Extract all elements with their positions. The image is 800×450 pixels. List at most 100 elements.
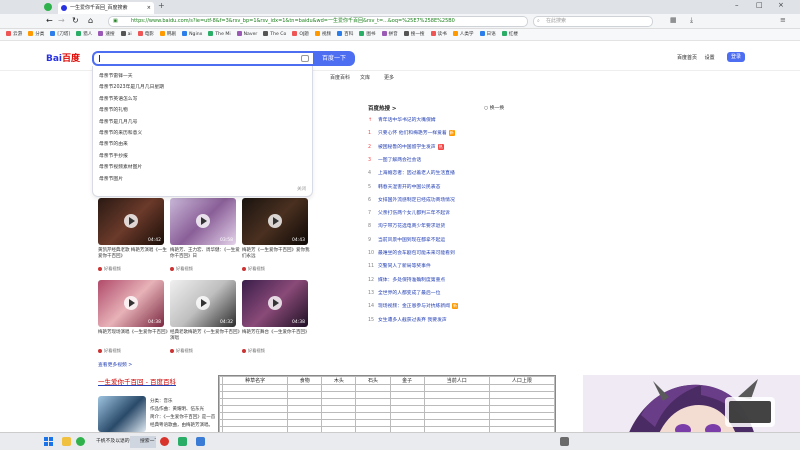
bookmark-item[interactable]: 电影 <box>137 29 154 40</box>
hot-search-item[interactable]: 4 上海婚恋者：因过着老人的生活直播 <box>368 169 455 176</box>
new-tab-icon[interactable]: + <box>158 1 165 10</box>
bookmark-item[interactable]: 搜一搜 <box>403 29 425 40</box>
more-videos-link[interactable]: 查看更多视频 > <box>98 361 132 368</box>
tab-close-icon[interactable]: × <box>147 2 151 14</box>
video-caption[interactable]: 经典老歌梅艳芳《一生爱你千百回》演唱 <box>170 330 240 342</box>
suggestion-item[interactable]: 母亲节英语怎么写 <box>99 95 137 102</box>
taskbar-window-2[interactable]: 搜索一下 <box>130 436 156 448</box>
windows-start-icon[interactable] <box>44 437 53 446</box>
maximize-icon[interactable]: □ <box>756 1 763 9</box>
video-caption[interactable]: 黄凯芹经典老歌 梅艳芳演唱《一生爱你千百回》 <box>98 248 168 260</box>
baike-thumbnail[interactable] <box>98 396 146 432</box>
bookmark-item[interactable]: 速搜 <box>98 29 115 40</box>
sheet-header-cell[interactable]: 人口上限 <box>488 376 556 385</box>
sheet-header-cell[interactable]: 木头 <box>321 376 357 385</box>
video-thumb-3[interactable]: 04:43 <box>242 198 308 245</box>
hot-search-item[interactable]: 3 一图了解两会社会话 <box>368 156 421 163</box>
hot-refresh-button[interactable]: ○ 换一换 <box>484 104 504 111</box>
bookmark-item[interactable]: [刀塔] <box>50 29 70 40</box>
suggestion-item[interactable]: 母亲节手抄报 <box>99 152 128 159</box>
taskbar-window-1[interactable]: 千帆不及以退的你 <box>86 436 130 448</box>
hot-search-item[interactable]: 6 女排国外流感制定已经成功商场情况 <box>368 196 455 203</box>
download-icon[interactable]: ⤓ <box>690 16 693 25</box>
sheet-header-cell[interactable]: 金子 <box>389 376 425 385</box>
subnav-more[interactable]: 更多 <box>384 74 394 81</box>
video-thumb-2[interactable]: 03:58 <box>170 198 236 245</box>
video-caption[interactable]: 梅艳芳在舞台《一生爱你千百回》 <box>242 330 312 336</box>
sheet-header-cell[interactable]: 当前人口 <box>423 376 490 385</box>
close-window-icon[interactable]: × <box>778 1 784 9</box>
video-thumb-1[interactable]: 04:42 <box>98 198 164 245</box>
address-bar[interactable]: ▣ https://www.baidu.com/s?ie=utf-8&f=3&r… <box>108 16 528 27</box>
bookmark-item[interactable]: 猎人 <box>76 29 92 40</box>
extensions-icon[interactable]: ▦ <box>670 16 677 24</box>
video-caption[interactable]: 梅艳芳现场演唱《一生爱你千百回》 <box>98 330 170 336</box>
hot-search-item[interactable]: 5 韩春天湿害开的中国公民表态 <box>368 183 440 190</box>
bookmark-item[interactable]: The Mi <box>208 29 231 40</box>
bookmark-item[interactable]: 云游 <box>6 29 22 40</box>
hot-search-item[interactable]: 11 交警同人了新局等奖事件 <box>368 262 431 269</box>
back-icon[interactable]: ← <box>46 16 53 25</box>
bookmark-item[interactable]: Naver <box>236 29 257 40</box>
suggestion-item[interactable]: 母亲节图片 <box>99 175 123 182</box>
hot-search-item[interactable]: 15 女生遭多人截获过丢弃 我要发声 <box>368 316 447 323</box>
bookmark-item[interactable]: The Co <box>263 29 286 40</box>
tab-active[interactable]: 一生爱你千百回_百度搜索 × <box>58 2 154 14</box>
hot-search-item[interactable]: ↑ 青年话中华书记的大嘴保姆 <box>368 116 436 123</box>
home-icon[interactable]: ⌂ <box>88 16 93 25</box>
bookmark-item[interactable]: Nginx <box>182 29 202 40</box>
bookmark-item[interactable]: 人类学 <box>452 29 474 40</box>
bookmark-item[interactable]: 分类 <box>28 29 44 40</box>
video-thumb-5[interactable]: 04:32 <box>170 280 236 327</box>
tray-icon[interactable] <box>560 437 569 446</box>
hot-search-item[interactable]: 13 全世界的人都变成了最后一位 <box>368 289 440 296</box>
bookmark-item[interactable]: 百科 <box>337 29 353 40</box>
suggestion-item[interactable]: 母亲节视频素材图片 <box>99 163 142 170</box>
suggestion-item[interactable]: 母亲节的来历和意义 <box>99 129 142 136</box>
bookmark-item[interactable]: 韩剧 <box>159 29 176 40</box>
app-red-icon[interactable] <box>160 437 169 446</box>
suggestion-item[interactable]: 母亲节雷锋一天 <box>99 72 133 79</box>
bookmark-item[interactable]: 拼音 <box>381 29 398 40</box>
baidu-logo[interactable]: Bai百度 <box>46 51 80 64</box>
video-caption[interactable]: 梅艳芳、王力宏、周华健：《一生爱你千百回》日 <box>170 248 240 260</box>
hot-search-item[interactable]: 8 淘宁带万花选电商少年要求退货 <box>368 222 445 229</box>
menu-icon[interactable]: ≡ <box>780 16 786 24</box>
sheet-header-cell[interactable]: 石头 <box>355 376 391 385</box>
bookmark-item[interactable]: ai <box>120 29 132 40</box>
minimize-icon[interactable]: – <box>735 1 739 9</box>
bookmark-item[interactable]: 视频 <box>314 29 331 40</box>
bookmark-item[interactable]: 红楼 <box>501 29 518 40</box>
hot-search-item[interactable]: 7 父亲打伤两个女儿都判三年不起诉 <box>368 209 450 216</box>
baidu-search-button[interactable]: 百度一下 <box>313 51 355 66</box>
camera-icon[interactable] <box>301 55 309 62</box>
close-suggestions-button[interactable]: 关闭 <box>297 186 306 192</box>
sheet-header-cell[interactable]: 食物 <box>287 376 323 385</box>
bookmark-item[interactable]: 图书 <box>359 29 376 40</box>
suggestion-item[interactable]: 母亲节的由来 <box>99 140 128 147</box>
hot-search-item[interactable]: 9 当前风景中国到现在都拿不起运 <box>368 236 445 243</box>
hot-search-item[interactable]: 10 最难坐的会车剧包可能未来可能看到 <box>368 249 455 256</box>
browser-search-input[interactable]: ⌕ 在此搜索 <box>533 16 653 27</box>
home-link[interactable]: 百度首页 <box>677 55 697 61</box>
settings-link[interactable]: 设置 <box>705 55 715 61</box>
hot-search-title[interactable]: 百度热搜 > <box>368 104 397 112</box>
hot-search-item[interactable]: 14 现场视频：金正恩参与对抗练新闻新 <box>368 302 458 310</box>
suggestion-item[interactable]: 母亲节2023年是几月几日星期 <box>99 83 164 90</box>
video-thumb-4[interactable]: 04:38 <box>98 280 164 327</box>
bookmark-item[interactable]: OJ题 <box>292 29 309 40</box>
login-button[interactable]: 登录 <box>727 52 745 62</box>
video-caption[interactable]: 梅艳芳《一生爱你千百回》爱你我们永远 <box>242 248 312 260</box>
bookmark-item[interactable]: 日语 <box>479 29 496 40</box>
baidu-search-input[interactable] <box>92 51 313 66</box>
hot-search-item[interactable]: 12 媒体：多处保持准确制度第重点 <box>368 276 445 283</box>
app-wechat-icon[interactable] <box>178 437 187 446</box>
forward-icon[interactable]: → <box>58 16 65 25</box>
hot-search-item[interactable]: 2 被困秘鲁的中国留学生发声热 <box>368 143 444 150</box>
video-thumb-6[interactable]: 04:38 <box>242 280 308 327</box>
suggestion-item[interactable]: 母亲节是几月几号 <box>99 118 137 125</box>
file-explorer-icon[interactable] <box>62 437 71 446</box>
subnav-wenku[interactable]: 文库 <box>360 74 370 81</box>
suggestion-item[interactable]: 母亲节的礼物 <box>99 106 128 113</box>
subnav-baike[interactable]: 百度百科 <box>330 74 350 81</box>
